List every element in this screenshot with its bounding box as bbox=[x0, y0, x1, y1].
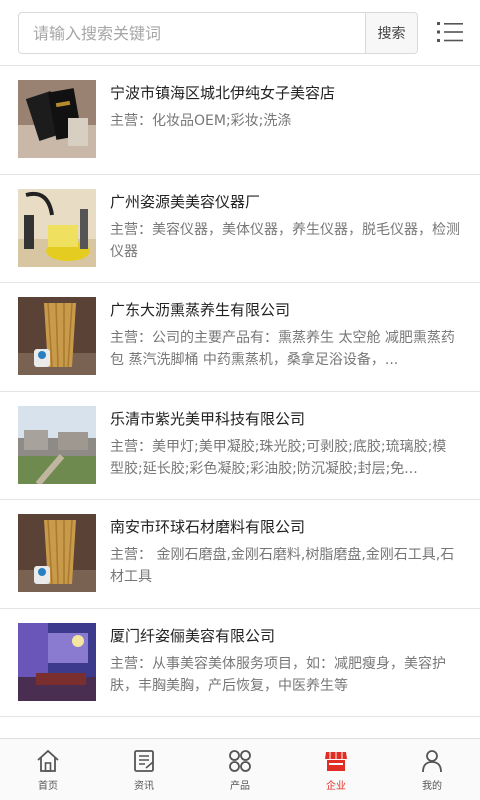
tab-label: 产品 bbox=[230, 780, 250, 792]
company-title[interactable]: 南安市环球石材磨料有限公司 bbox=[110, 516, 464, 537]
search-box: 搜索 bbox=[18, 12, 418, 54]
tab-home[interactable]: 首页 bbox=[0, 739, 96, 800]
company-description: 主营：化妆品OEM;彩妆;洗涤 bbox=[110, 113, 292, 129]
building-landscape-thumbnail bbox=[18, 405, 96, 484]
tab-profile[interactable]: 我的 bbox=[384, 739, 480, 800]
tab-label: 资讯 bbox=[134, 780, 154, 792]
company-description: 主营：公司的主要产品有：熏蒸养生 太空舱 减肥熏蒸药包 蒸汽洗脚桶 中药熏蒸机，… bbox=[110, 330, 455, 368]
company-description: 主营： 金刚石磨盘,金刚石磨料,树脂磨盘,金刚石工具,石材工具 bbox=[110, 547, 455, 585]
spa-room-thumbnail bbox=[18, 622, 96, 701]
company-title[interactable]: 乐清市紫光美甲科技有限公司 bbox=[110, 408, 464, 429]
beauty-device-thumbnail bbox=[18, 188, 96, 267]
company-title[interactable]: 宁波市镇海区城北伊纯女子美容店 bbox=[110, 82, 464, 103]
top-search-bar: 搜索 bbox=[0, 0, 480, 66]
search-input[interactable] bbox=[19, 13, 365, 53]
list-item[interactable]: 宁波市镇海区城北伊纯女子美容店 主营：化妆品OEM;彩妆;洗涤 bbox=[0, 66, 480, 175]
grid-icon bbox=[229, 749, 251, 772]
steam-barrel-thumbnail bbox=[18, 514, 96, 592]
home-icon bbox=[37, 749, 59, 772]
news-icon bbox=[134, 749, 154, 772]
list-menu-icon[interactable] bbox=[436, 18, 464, 46]
list-item[interactable]: 南安市环球石材磨料有限公司 主营： 金刚石磨盘,金刚石磨料,树脂磨盘,金刚石工具… bbox=[0, 500, 480, 609]
tab-companies[interactable]: 企业 bbox=[288, 739, 384, 800]
company-description: 主营：从事美容美体服务项目，如：减肥瘦身，美容护肤，丰胸美胸，产后恢复，中医养生… bbox=[110, 655, 446, 694]
company-title[interactable]: 广东大沥熏蒸养生有限公司 bbox=[110, 299, 464, 320]
tab-news[interactable]: 资讯 bbox=[96, 739, 192, 800]
company-description: 主营：美甲灯;美甲凝胶;珠光胶;可剥胶;底胶;琉璃胶;模型胶;延长胶;彩色凝胶;… bbox=[110, 438, 447, 477]
bottom-tab-bar: 首页 资讯 产品 企业 我的 bbox=[0, 738, 480, 800]
list-item[interactable]: 广东大沥熏蒸养生有限公司 主营：公司的主要产品有：熏蒸养生 太空舱 减肥熏蒸药包… bbox=[0, 283, 480, 392]
cosmetics-box-thumbnail bbox=[18, 80, 96, 158]
list-item[interactable]: 乐清市紫光美甲科技有限公司 主营：美甲灯;美甲凝胶;珠光胶;可剥胶;底胶;琉璃胶… bbox=[0, 392, 480, 500]
search-button[interactable]: 搜索 bbox=[365, 13, 417, 53]
tab-label: 首页 bbox=[38, 780, 58, 792]
list-item[interactable]: 厦门纤姿俪美容有限公司 主营：从事美容美体服务项目，如：减肥瘦身，美容护肤，丰胸… bbox=[0, 609, 480, 717]
company-description: 主营：美容仪器，美体仪器，养生仪器，脱毛仪器，检测仪器 bbox=[110, 221, 460, 260]
user-icon bbox=[422, 749, 442, 772]
company-title[interactable]: 广州姿源美美容仪器厂 bbox=[110, 191, 464, 212]
company-list: 宁波市镇海区城北伊纯女子美容店 主营：化妆品OEM;彩妆;洗涤 广州姿源美美容仪… bbox=[0, 66, 480, 717]
company-title[interactable]: 厦门纤姿俪美容有限公司 bbox=[110, 625, 464, 646]
tab-label: 我的 bbox=[422, 780, 442, 792]
steam-barrel-thumbnail bbox=[18, 297, 96, 375]
tab-label: 企业 bbox=[326, 780, 346, 792]
tab-products[interactable]: 产品 bbox=[192, 739, 288, 800]
store-icon bbox=[325, 751, 347, 771]
list-item[interactable]: 广州姿源美美容仪器厂 主营：美容仪器，美体仪器，养生仪器，脱毛仪器，检测仪器 bbox=[0, 175, 480, 283]
